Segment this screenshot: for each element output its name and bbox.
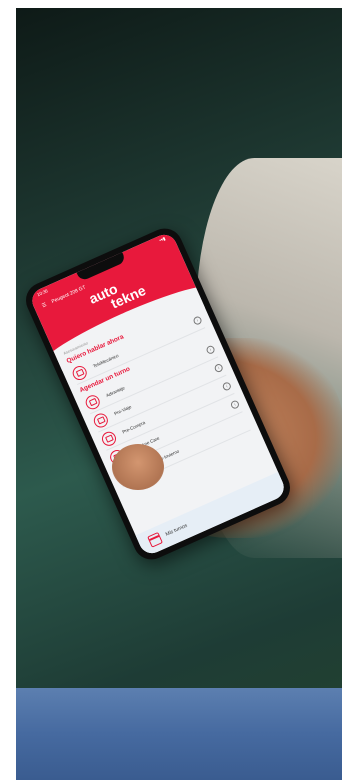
thumb xyxy=(112,444,164,490)
photo-background: 10:36 •▾▮ ☰ Peugeot 208 GT auto tekne As… xyxy=(16,8,342,780)
car-icon xyxy=(91,410,110,430)
footer-label: Mis turnos xyxy=(164,522,189,538)
jeans xyxy=(16,688,342,780)
calendar-icon xyxy=(147,531,163,548)
mechanic-icon xyxy=(70,363,89,382)
wrench-icon xyxy=(83,392,102,412)
handshake-icon xyxy=(99,429,119,448)
